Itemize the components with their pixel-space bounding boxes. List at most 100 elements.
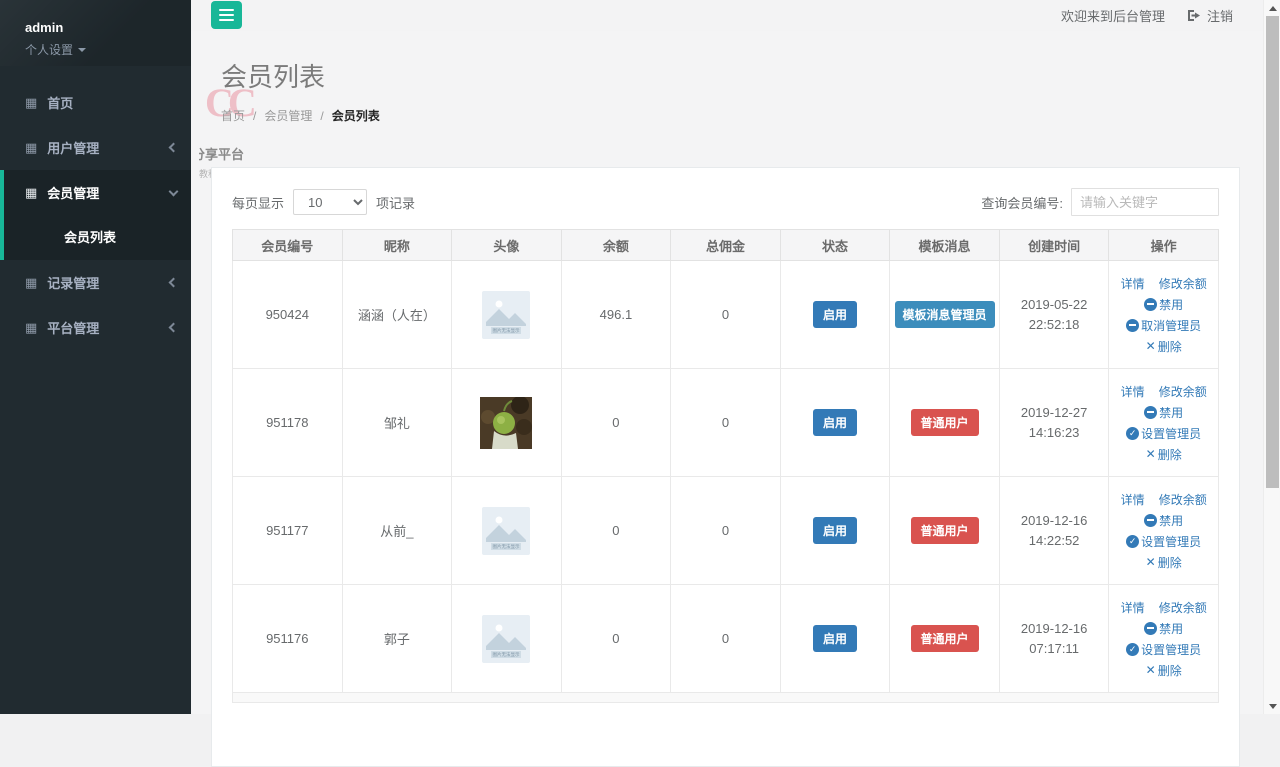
logout-label: 注销 <box>1207 6 1233 25</box>
logout-link[interactable]: 注销 <box>1187 6 1233 25</box>
table-icon: ▦ <box>25 186 37 199</box>
logout-icon <box>1187 9 1201 22</box>
chevron-down-icon <box>169 186 179 196</box>
member-balance: 0 <box>561 585 671 693</box>
minus-circle-icon <box>1144 406 1157 419</box>
breadcrumb-current: 会员列表 <box>332 107 380 124</box>
welcome-text: 欢迎来到后台管理 <box>1061 6 1165 25</box>
sidebar-subitem-member-list[interactable]: 会员列表 <box>4 215 191 260</box>
delete-link[interactable]: ✕ 删除 <box>1146 446 1182 463</box>
member-commission: 0 <box>671 369 781 477</box>
avatar: 图片无法显示 <box>452 507 561 555</box>
detail-link[interactable]: 详情 <box>1121 275 1145 292</box>
created-time: 2019-05-22 22:52:18 <box>1000 295 1109 335</box>
check-circle-icon: ✓ <box>1126 535 1139 548</box>
minus-circle-icon <box>1126 319 1139 332</box>
modify-balance-link[interactable]: 修改余额 <box>1159 383 1207 400</box>
delete-link[interactable]: ✕ 删除 <box>1146 554 1182 571</box>
page-heading: 会员列表 首页 / 会员管理 / 会员列表 <box>191 31 1263 124</box>
sidebar-item-label: 用户管理 <box>47 138 170 157</box>
check-circle-icon: ✓ <box>1126 427 1139 440</box>
admin-toggle-link[interactable]: ✓设置管理员 <box>1126 533 1201 550</box>
disable-link[interactable]: 禁用 <box>1144 296 1183 313</box>
role-badge[interactable]: 模板消息管理员 <box>895 301 995 328</box>
sidebar-toggle-button[interactable] <box>211 1 242 29</box>
svg-text:图片无法显示: 图片无法显示 <box>493 543 520 550</box>
row-actions: 详情 修改余额 禁用 取消管理员 ✕ 删除 <box>1109 275 1218 355</box>
scrollbar-thumb[interactable] <box>1266 16 1279 488</box>
scrollbar-up-button[interactable] <box>1264 0 1280 16</box>
chevron-left-icon <box>169 278 179 288</box>
breadcrumb-member-management[interactable]: 会员管理 <box>264 107 312 124</box>
member-table: 会员编号 昵称 头像 余额 总佣金 状态 模板消息 创建时间 操作 950424… <box>232 229 1219 703</box>
member-balance: 0 <box>561 369 671 477</box>
role-badge[interactable]: 普通用户 <box>911 517 979 544</box>
avatar: 图片无法显示 <box>452 291 561 339</box>
disable-link[interactable]: 禁用 <box>1144 512 1183 529</box>
user-settings-dropdown[interactable]: 个人设置 <box>25 41 191 58</box>
table-row: 951178 邹礼 0 0 启用 普通用户 2019-12-27 14:16:2… <box>233 369 1219 477</box>
table-icon: ▦ <box>25 276 37 289</box>
member-nickname: 从前_ <box>342 477 452 585</box>
status-badge[interactable]: 启用 <box>813 625 857 652</box>
admin-toggle-link[interactable]: 取消管理员 <box>1126 317 1201 334</box>
member-balance: 496.1 <box>561 261 671 369</box>
sidebar-item-user-management[interactable]: ▦ 用户管理 <box>0 125 191 170</box>
triangle-down-icon <box>1269 704 1277 709</box>
sidebar-item-label: 首页 <box>47 93 177 112</box>
avatar: 图片无法显示 <box>452 615 561 663</box>
username: admin <box>25 20 191 35</box>
sidebar-item-label: 会员管理 <box>47 183 170 202</box>
role-badge[interactable]: 普通用户 <box>911 625 979 652</box>
chevron-left-icon <box>169 143 179 153</box>
broken-image-placeholder: 图片无法显示 <box>482 615 530 663</box>
sidebar-item-record-management[interactable]: ▦ 记录管理 <box>0 260 191 305</box>
role-badge[interactable]: 普通用户 <box>911 409 979 436</box>
breadcrumb: 首页 / 会员管理 / 会员列表 <box>221 107 1263 124</box>
search-input[interactable] <box>1071 188 1219 216</box>
member-nickname: 涵涵（人在） <box>342 261 452 369</box>
sidebar-nav: ▦ 首页 ▦ 用户管理 ▦ 会员管理 会员列表 ▦ 记录管理 ▦ 平台管理 <box>0 80 191 350</box>
minus-circle-icon <box>1144 622 1157 635</box>
admin-toggle-link[interactable]: ✓设置管理员 <box>1126 425 1201 442</box>
topbar: 欢迎来到后台管理 注销 <box>191 0 1263 31</box>
member-list-panel: 每页显示 10 项记录 查询会员编号: 会员编号 昵称 头像 余额 总佣金 <box>211 167 1240 767</box>
table-row: 950424 涵涵（人在） 图片无法显示 496.1 0 启用 模板消息管理员 … <box>233 261 1219 369</box>
delete-link[interactable]: ✕ 删除 <box>1146 338 1182 355</box>
delete-link[interactable]: ✕ 删除 <box>1146 662 1182 679</box>
per-page-select[interactable]: 10 <box>293 189 367 215</box>
row-actions: 详情 修改余额 禁用 ✓设置管理员 ✕ 删除 <box>1109 491 1218 571</box>
disable-link[interactable]: 禁用 <box>1144 404 1183 421</box>
detail-link[interactable]: 详情 <box>1121 599 1145 616</box>
broken-image-placeholder: 图片无法显示 <box>482 291 530 339</box>
sidebar-item-member-management[interactable]: ▦ 会员管理 <box>4 170 191 215</box>
col-member-id: 会员编号 <box>233 230 343 261</box>
sidebar-item-platform-management[interactable]: ▦ 平台管理 <box>0 305 191 350</box>
member-id: 951176 <box>233 585 343 693</box>
admin-toggle-link[interactable]: ✓设置管理员 <box>1126 641 1201 658</box>
status-badge[interactable]: 启用 <box>813 517 857 544</box>
modify-balance-link[interactable]: 修改余额 <box>1159 599 1207 616</box>
per-page-suffix: 项记录 <box>376 193 415 212</box>
breadcrumb-home[interactable]: 首页 <box>221 107 245 124</box>
table-row: 951176 郭子 图片无法显示 0 0 启用 普通用户 2019-12-16 … <box>233 585 1219 693</box>
col-operations: 操作 <box>1109 230 1219 261</box>
modify-balance-link[interactable]: 修改余额 <box>1159 491 1207 508</box>
detail-link[interactable]: 详情 <box>1121 491 1145 508</box>
modify-balance-link[interactable]: 修改余额 <box>1159 275 1207 292</box>
check-circle-icon: ✓ <box>1126 643 1139 656</box>
sidebar-item-home[interactable]: ▦ 首页 <box>0 80 191 125</box>
col-nickname: 昵称 <box>342 230 452 261</box>
scrollbar-down-button[interactable] <box>1264 698 1280 714</box>
sidebar: admin 个人设置 ▦ 首页 ▦ 用户管理 ▦ 会员管理 会员列表 ▦ 记录管… <box>0 0 191 714</box>
status-badge[interactable]: 启用 <box>813 301 857 328</box>
status-badge[interactable]: 启用 <box>813 409 857 436</box>
detail-link[interactable]: 详情 <box>1121 383 1145 400</box>
member-commission: 0 <box>671 585 781 693</box>
disable-link[interactable]: 禁用 <box>1144 620 1183 637</box>
page-scrollbar <box>1263 0 1280 714</box>
x-icon: ✕ <box>1146 447 1156 461</box>
content-area: CC 分享平台 教程 福利 会员列表 首页 / 会员管理 / 会员列表 每页显示… <box>191 31 1263 714</box>
member-commission: 0 <box>671 477 781 585</box>
col-template-message: 模板消息 <box>890 230 1000 261</box>
